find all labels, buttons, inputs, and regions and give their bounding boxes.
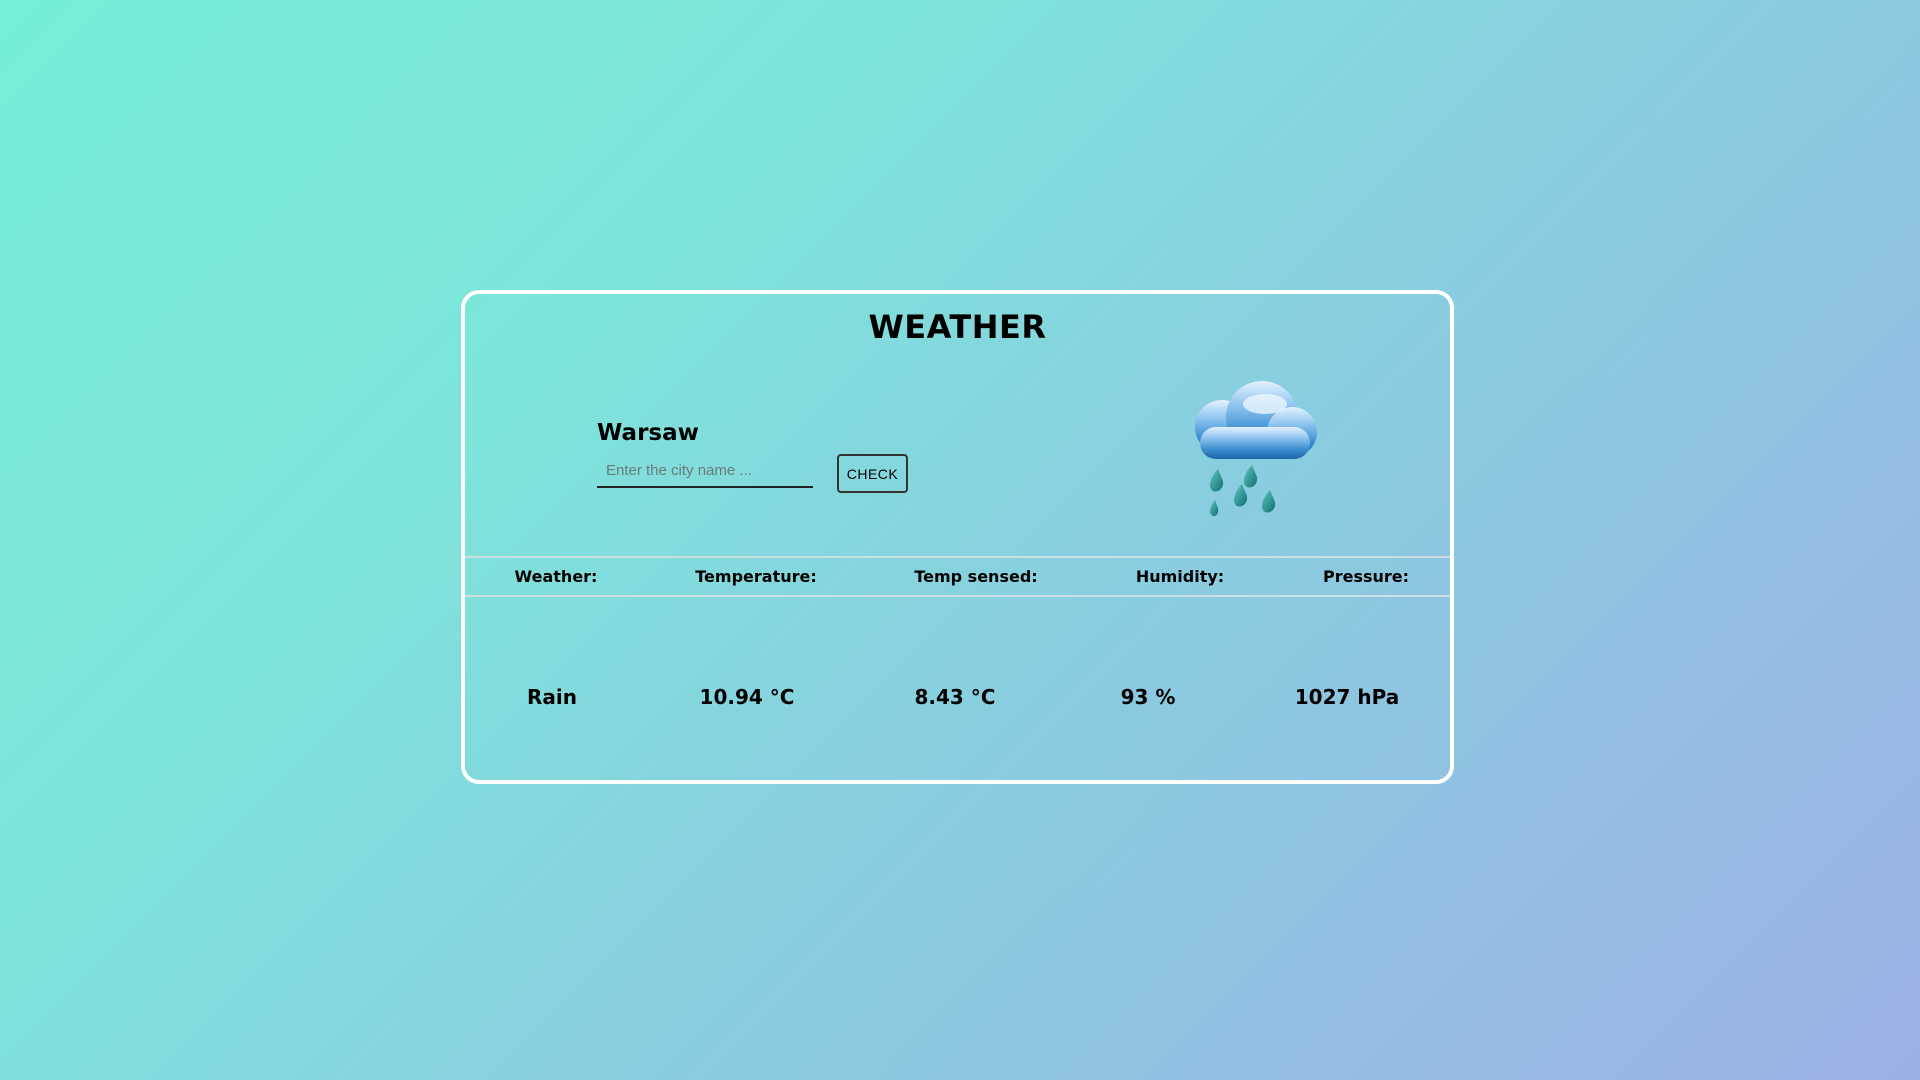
cloud-shape (1195, 381, 1317, 459)
check-button[interactable]: CHECK (837, 454, 908, 493)
stats-header-row: Weather: Temperature: Temp sensed: Humid… (465, 556, 1450, 597)
temp-sensed-value: 8.43 °C (914, 685, 996, 709)
temperature-value: 10.94 °C (699, 685, 795, 709)
weather-card: WEATHER Warsaw CHECK (461, 290, 1454, 784)
pressure-label: Pressure: (1322, 567, 1410, 586)
weather-value: Rain (527, 685, 577, 709)
city-search-input[interactable] (597, 454, 813, 488)
rain-cloud-icon (1195, 381, 1317, 517)
temperature-label: Temperature: (695, 567, 817, 586)
humidity-value: 93 % (1120, 685, 1176, 709)
weather-label: Weather: (514, 567, 598, 586)
humidity-label: Humidity: (1135, 567, 1225, 586)
pressure-value: 1027 hPa (1294, 685, 1400, 709)
rain-drops (1209, 465, 1276, 517)
current-city-name: Warsaw (597, 420, 699, 446)
temp-sensed-label: Temp sensed: (914, 567, 1038, 586)
app-title: WEATHER (868, 308, 1047, 346)
